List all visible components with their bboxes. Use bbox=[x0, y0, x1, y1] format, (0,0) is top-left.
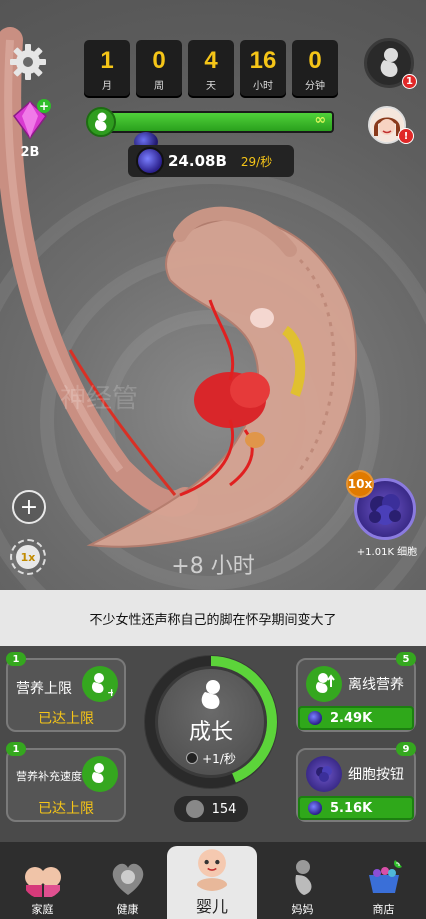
cell-rate: 29/秒 bbox=[240, 154, 273, 169]
plus-icon: + bbox=[19, 494, 39, 520]
grow-label: 成长 bbox=[188, 719, 233, 745]
mom-alert-badge: ! bbox=[398, 128, 414, 144]
shop-basket-icon: + bbox=[368, 858, 404, 893]
fetus-count-icon bbox=[185, 800, 204, 818]
gem-icon[interactable]: + bbox=[8, 98, 52, 142]
timer-minutes: 0 分钟 bbox=[292, 40, 338, 98]
timer-unit: 月 bbox=[102, 80, 112, 92]
timer-unit: 小时 bbox=[253, 80, 273, 92]
nav-label: 健康 bbox=[116, 903, 139, 916]
card-title: 营养补充速度 bbox=[16, 770, 82, 783]
timer-value: 16 bbox=[249, 46, 277, 74]
grow-button[interactable]: 成长 +1/秒 bbox=[144, 655, 278, 789]
watermark-text: 神经管 bbox=[60, 384, 139, 414]
fact-tip-text: 不少女性还声称自己的脚在怀孕期间变大了 bbox=[89, 612, 337, 628]
card-status: 已达上限 bbox=[38, 711, 94, 727]
fetus-count: 154 bbox=[211, 801, 237, 817]
timer-value: 1 bbox=[100, 46, 114, 74]
timer-days: 4 天 bbox=[188, 40, 234, 98]
timer-weeks: 0 周 bbox=[136, 40, 182, 98]
fetus-icon bbox=[380, 48, 398, 77]
nav-label: 婴儿 bbox=[195, 897, 228, 916]
grow-rate: +1/秒 bbox=[186, 750, 236, 767]
timer-unit: 分钟 bbox=[305, 80, 325, 92]
cell-cluster-icon bbox=[306, 756, 342, 792]
settings-gear-icon[interactable] bbox=[8, 42, 48, 82]
zoom-in-button[interactable]: + bbox=[12, 490, 46, 524]
timer-months: 1 月 bbox=[84, 40, 130, 98]
nav-label: 商店 bbox=[372, 903, 395, 916]
card-status: 已达上限 bbox=[38, 801, 94, 817]
card-title: 细胞按钮 bbox=[348, 767, 404, 783]
bottom-nav: 家庭 健康 婴儿 妈妈 + 商店 bbox=[0, 842, 426, 919]
fact-tip-bar: 不少女性还声称自己的脚在怀孕期间变大了 bbox=[0, 590, 426, 646]
upgrade-offline-nutrition[interactable]: 5 离线营养 2.49K bbox=[296, 652, 416, 732]
nav-label: 家庭 bbox=[31, 903, 54, 916]
level-badge: 9 bbox=[396, 742, 416, 756]
pregnancy-timer: 1 月 0 周 4 天 16 小时 0 分钟 bbox=[84, 40, 338, 98]
gem-count: 2B bbox=[20, 145, 40, 160]
svg-text:+: + bbox=[395, 859, 403, 869]
family-icon bbox=[24, 867, 61, 897]
fetus-stage-button[interactable]: 1 bbox=[364, 38, 417, 89]
heart-baby-icon bbox=[112, 863, 143, 895]
progress-fill bbox=[100, 113, 332, 131]
timer-value: 0 bbox=[308, 46, 322, 74]
boost-multiplier: 10x bbox=[346, 470, 374, 498]
fetus-icon bbox=[201, 679, 220, 709]
svg-text:+: + bbox=[107, 686, 113, 697]
mom-icon bbox=[294, 860, 311, 895]
svg-text:+: + bbox=[39, 99, 49, 113]
level-badge: 1 bbox=[6, 742, 26, 756]
nav-health[interactable]: 健康 bbox=[85, 842, 170, 919]
progress-value: ∞ bbox=[314, 112, 326, 128]
card-title: 营养上限 bbox=[16, 681, 72, 697]
baby-icon bbox=[197, 849, 227, 891]
grow-rate-text: +1/秒 bbox=[202, 751, 236, 766]
cell-amount: 24.08B bbox=[168, 152, 227, 170]
upgrade-nutrition-speed[interactable]: 1 营养补充速度 已达上限 bbox=[6, 742, 126, 822]
fetus-plus-icon: + bbox=[82, 666, 118, 702]
timer-unit: 周 bbox=[154, 80, 164, 92]
upgrade-nutrition-cap[interactable]: 1 营养上限 + 已达上限 bbox=[6, 652, 126, 732]
upgrade-cost-button[interactable]: 5.16K bbox=[298, 796, 414, 820]
nav-label: 妈妈 bbox=[291, 903, 314, 916]
fetus-speed-icon bbox=[82, 756, 118, 792]
cell-counter: 24.08B 29/秒 bbox=[128, 145, 294, 177]
card-title: 离线营养 bbox=[348, 677, 404, 693]
progress-track bbox=[98, 111, 334, 133]
fetus-progress-icon bbox=[86, 107, 116, 137]
nav-shop[interactable]: + 商店 bbox=[341, 842, 426, 919]
growth-progress: ∞ bbox=[86, 107, 334, 137]
cell-orb-icon bbox=[308, 711, 322, 725]
fetus-arrow-icon bbox=[306, 666, 342, 702]
cost-value: 2.49K bbox=[330, 710, 373, 726]
timer-value: 0 bbox=[152, 46, 166, 74]
grow-core: 成长 +1/秒 bbox=[158, 669, 264, 775]
upgrade-cost-button[interactable]: 2.49K bbox=[298, 706, 414, 730]
timer-unit: 天 bbox=[206, 80, 216, 92]
nav-family[interactable]: 家庭 bbox=[0, 842, 85, 919]
cost-value: 5.16K bbox=[330, 800, 373, 816]
level-badge: 1 bbox=[6, 652, 26, 666]
notification-badge: 1 bbox=[402, 74, 417, 89]
nav-mom[interactable]: 妈妈 bbox=[260, 842, 345, 919]
cell-mini-icon bbox=[186, 752, 199, 764]
nav-baby[interactable]: 婴儿 bbox=[167, 846, 257, 919]
timer-hours: 16 小时 bbox=[240, 40, 286, 98]
timer-value: 4 bbox=[204, 46, 218, 74]
cell-orb-icon bbox=[308, 801, 322, 815]
cell-orb-icon bbox=[136, 147, 164, 175]
upgrade-cell-button[interactable]: 9 细胞按钮 5.16K bbox=[296, 742, 416, 822]
time-gain-text: +8 小时 bbox=[171, 554, 255, 579]
level-badge: 5 bbox=[396, 652, 416, 666]
fetus-count-pill: 154 bbox=[174, 796, 248, 822]
